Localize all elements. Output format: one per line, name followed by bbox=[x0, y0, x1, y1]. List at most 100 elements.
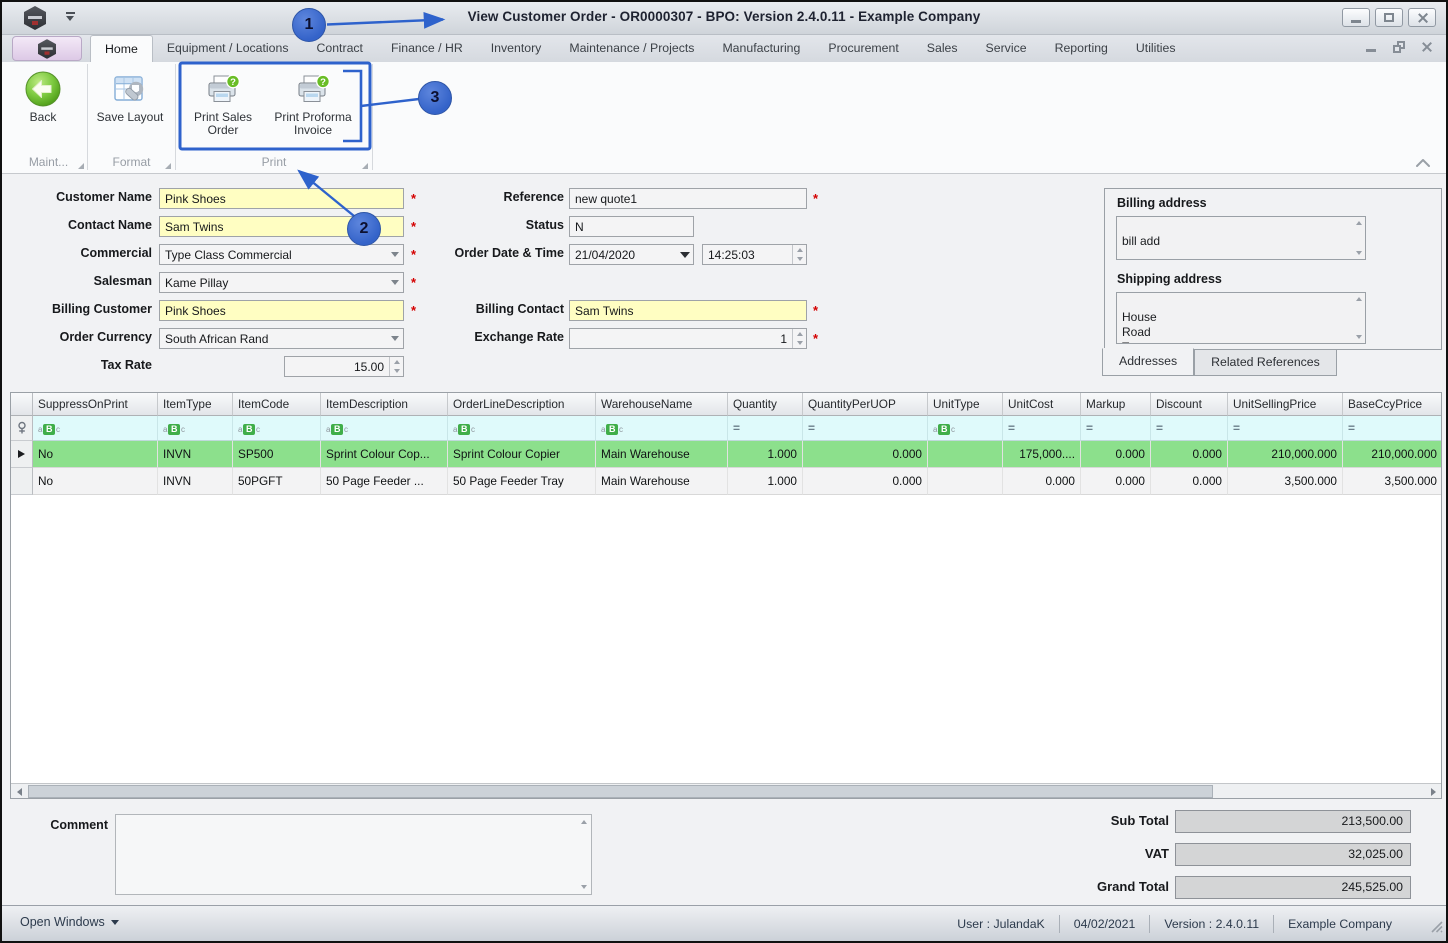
cell-markup[interactable]: 0.000 bbox=[1081, 468, 1151, 495]
column-header-quantity[interactable]: Quantity bbox=[728, 393, 803, 416]
ribbon-group-format[interactable]: Format bbox=[89, 154, 174, 172]
back-button[interactable]: Back bbox=[2, 66, 87, 124]
tab-addresses[interactable]: Addresses bbox=[1102, 348, 1195, 376]
column-header-itemcode[interactable]: ItemCode bbox=[233, 393, 321, 416]
filter-cell-unittype[interactable]: aBc bbox=[928, 416, 1003, 441]
dialog-launcher-icon[interactable] bbox=[78, 163, 84, 169]
filter-cell-baseccyprice[interactable]: = bbox=[1343, 416, 1441, 441]
filter-cell-quantityperuop[interactable]: = bbox=[803, 416, 928, 441]
cell-warehousename[interactable]: Main Warehouse bbox=[596, 441, 728, 468]
cell-quantityperuop[interactable]: 0.000 bbox=[803, 441, 928, 468]
field-exchange-rate[interactable]: 1 bbox=[569, 328, 807, 349]
cell-discount[interactable]: 0.000 bbox=[1151, 468, 1228, 495]
cell-unitcost[interactable]: 0.000 bbox=[1003, 468, 1081, 495]
app-menu-button[interactable] bbox=[12, 36, 82, 61]
tab-procurement[interactable]: Procurement bbox=[814, 35, 912, 62]
tab-inventory[interactable]: Inventory bbox=[477, 35, 556, 62]
cell-discount[interactable]: 0.000 bbox=[1151, 441, 1228, 468]
save-layout-button[interactable]: Save Layout bbox=[86, 66, 174, 124]
filter-cell-itemdescription[interactable]: aBc bbox=[321, 416, 448, 441]
spin-up-icon[interactable] bbox=[793, 329, 806, 339]
maximize-button[interactable] bbox=[1375, 8, 1403, 27]
print-sales-order-button[interactable]: ? Print Sales Order bbox=[179, 66, 267, 137]
cell-itemtype[interactable]: INVN bbox=[158, 441, 233, 468]
tab-related-references[interactable]: Related References bbox=[1194, 349, 1337, 376]
tab-home[interactable]: Home bbox=[90, 35, 153, 62]
close-button[interactable] bbox=[1408, 8, 1436, 27]
dropdown-arrow-icon[interactable] bbox=[387, 273, 403, 292]
dialog-launcher-icon[interactable] bbox=[362, 163, 368, 169]
column-header-baseccyprice[interactable]: BaseCcyPrice bbox=[1343, 393, 1441, 416]
cell-orderlinedescription[interactable]: Sprint Colour Copier bbox=[448, 441, 596, 468]
cell-suppressonprint[interactable]: No bbox=[33, 468, 158, 495]
scroll-down-icon[interactable] bbox=[1356, 251, 1362, 255]
collapse-ribbon-icon[interactable] bbox=[1414, 156, 1432, 174]
spin-up-icon[interactable] bbox=[390, 357, 403, 367]
cell-unittype[interactable] bbox=[928, 441, 1003, 468]
billing-address-textarea[interactable]: bill add bbox=[1116, 216, 1366, 260]
column-header-discount[interactable]: Discount bbox=[1151, 393, 1228, 416]
filter-cell-itemtype[interactable]: aBc bbox=[158, 416, 233, 441]
cell-markup[interactable]: 0.000 bbox=[1081, 441, 1151, 468]
grid-row-2[interactable]: No INVN 50PGFT 50 Page Feeder ... 50 Page Fe… bbox=[11, 468, 1441, 495]
filter-cell-suppressonprint[interactable]: aBc bbox=[33, 416, 158, 441]
field-order-currency[interactable]: South African Rand bbox=[159, 328, 404, 349]
tab-sales[interactable]: Sales bbox=[913, 35, 972, 62]
field-customer-name[interactable]: Pink Shoes bbox=[159, 188, 404, 209]
minimize-button[interactable] bbox=[1342, 8, 1370, 27]
filter-cell-itemcode[interactable]: aBc bbox=[233, 416, 321, 441]
cell-itemdescription[interactable]: Sprint Colour Cop... bbox=[321, 441, 448, 468]
scroll-left-icon[interactable] bbox=[11, 785, 27, 798]
cell-unitsellingprice[interactable]: 210,000.000 bbox=[1228, 441, 1343, 468]
spinner-icon[interactable] bbox=[792, 245, 806, 264]
order-time-field[interactable]: 14:25:03 bbox=[702, 244, 807, 265]
cell-itemcode[interactable]: 50PGFT bbox=[233, 468, 321, 495]
column-header-unitcost[interactable]: UnitCost bbox=[1003, 393, 1081, 416]
filter-cell-quantity[interactable]: = bbox=[728, 416, 803, 441]
column-header-unittype[interactable]: UnitType bbox=[928, 393, 1003, 416]
resize-grip[interactable] bbox=[1429, 919, 1443, 938]
cell-itemdescription[interactable]: 50 Page Feeder ... bbox=[321, 468, 448, 495]
cell-baseccyprice[interactable]: 210,000.000 bbox=[1343, 441, 1441, 468]
cell-suppressonprint[interactable]: No bbox=[33, 441, 158, 468]
column-header-itemdescription[interactable]: ItemDescription bbox=[321, 393, 448, 416]
scroll-up-icon[interactable] bbox=[1356, 221, 1362, 225]
tab-utilities[interactable]: Utilities bbox=[1122, 35, 1190, 62]
tab-service[interactable]: Service bbox=[972, 35, 1041, 62]
cell-baseccyprice[interactable]: 3,500.000 bbox=[1343, 468, 1441, 495]
open-windows-button[interactable]: Open Windows bbox=[20, 915, 119, 929]
cell-quantity[interactable]: 1.000 bbox=[728, 441, 803, 468]
tab-reporting[interactable]: Reporting bbox=[1041, 35, 1122, 62]
cell-itemcode[interactable]: SP500 bbox=[233, 441, 321, 468]
filter-cell-orderlinedescription[interactable]: aBc bbox=[448, 416, 596, 441]
cell-unittype[interactable] bbox=[928, 468, 1003, 495]
mdi-close-icon[interactable] bbox=[1422, 42, 1432, 52]
field-billing-contact[interactable]: Sam Twins bbox=[569, 300, 807, 321]
tab-equipment-locations[interactable]: Equipment / Locations bbox=[153, 35, 303, 62]
cell-warehousename[interactable]: Main Warehouse bbox=[596, 468, 728, 495]
column-header-markup[interactable]: Markup bbox=[1081, 393, 1151, 416]
cell-unitsellingprice[interactable]: 3,500.000 bbox=[1228, 468, 1343, 495]
scroll-up-icon[interactable] bbox=[1356, 297, 1362, 301]
dropdown-arrow-icon[interactable] bbox=[677, 245, 693, 264]
cell-itemtype[interactable]: INVN bbox=[158, 468, 233, 495]
ribbon-group-maintain[interactable]: Maint... bbox=[10, 154, 87, 172]
order-date-field[interactable]: 21/04/2020 bbox=[569, 244, 694, 265]
filter-cell-markup[interactable]: = bbox=[1081, 416, 1151, 441]
column-header-orderlinedescription[interactable]: OrderLineDescription bbox=[448, 393, 596, 416]
spin-down-icon[interactable] bbox=[793, 339, 806, 349]
spin-down-icon[interactable] bbox=[390, 367, 403, 377]
shipping-address-textarea[interactable]: House Road Town bbox=[1116, 292, 1366, 344]
dialog-launcher-icon[interactable] bbox=[165, 163, 171, 169]
grid-row-1[interactable]: No INVN SP500 Sprint Colour Cop... Sprint Co… bbox=[11, 441, 1441, 468]
tab-maintenance-projects[interactable]: Maintenance / Projects bbox=[555, 35, 708, 62]
field-commercial[interactable]: Type Class Commercial bbox=[159, 244, 404, 265]
field-tax-rate[interactable]: 15.00 bbox=[284, 356, 404, 377]
scroll-down-icon[interactable] bbox=[1356, 335, 1362, 339]
column-header-itemtype[interactable]: ItemType bbox=[158, 393, 233, 416]
column-header-unitsellingprice[interactable]: UnitSellingPrice bbox=[1228, 393, 1343, 416]
dropdown-arrow-icon[interactable] bbox=[387, 245, 403, 264]
spin-down-icon[interactable] bbox=[793, 255, 806, 265]
cell-quantity[interactable]: 1.000 bbox=[728, 468, 803, 495]
filter-cell-unitsellingprice[interactable]: = bbox=[1228, 416, 1343, 441]
